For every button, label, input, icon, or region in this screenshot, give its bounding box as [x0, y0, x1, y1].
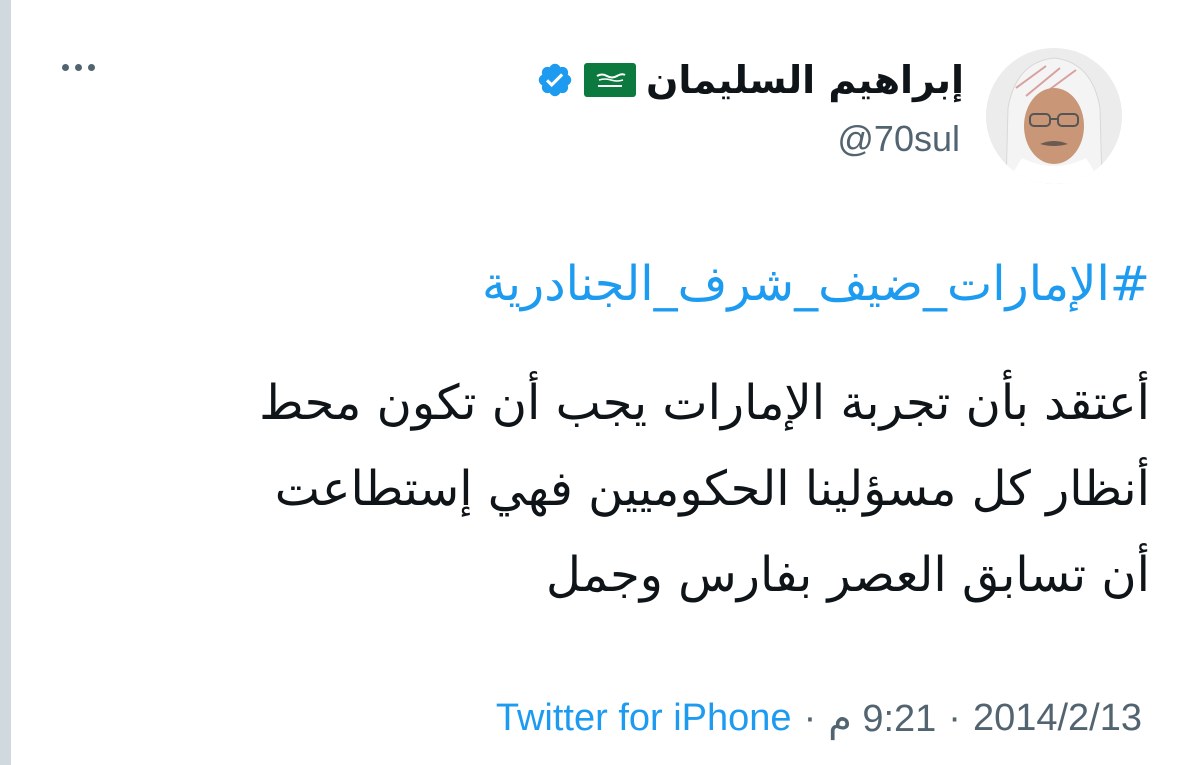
thread-line — [0, 0, 11, 765]
more-options-icon[interactable] — [62, 64, 95, 71]
author-display-name[interactable]: إبراهيم السليمان — [646, 58, 964, 102]
tweet-time[interactable]: 9:21 م — [828, 696, 936, 741]
tweet-body-line: أعتقد بأن تجربة الإمارات يجب أن تكون محط — [259, 375, 1150, 431]
tweet-date[interactable]: 2014/2/13 — [973, 697, 1142, 740]
profile-avatar[interactable] — [986, 48, 1122, 184]
tweet-metadata: Twitter for iPhone · 9:21 م · 2014/2/13 — [496, 692, 1142, 744]
meta-separator: · — [803, 696, 817, 739]
dot — [62, 64, 69, 71]
tweet-body: أعتقد بأن تجربة الإمارات يجب أن تكون محط… — [60, 360, 1150, 618]
hashtag-link[interactable]: #الإمارات_ضيف_شرف_الجنادرية — [482, 256, 1150, 312]
dot — [88, 64, 95, 71]
meta-separator: · — [948, 696, 961, 739]
tweet-body-line: أن تسابق العصر بفارس وجمل — [545, 547, 1150, 603]
tweet-body-line: أنظار كل مسؤلينا الحكوميين فهي إستطاعت — [274, 461, 1150, 517]
author-handle[interactable]: @70sul — [837, 118, 960, 160]
author-name-row: إبراهيم السليمان — [536, 54, 964, 106]
tweet-source-link[interactable]: Twitter for iPhone — [496, 697, 792, 740]
verified-badge-icon — [538, 63, 572, 97]
saudi-flag-icon — [583, 63, 636, 97]
avatar-image — [986, 48, 1122, 184]
dot — [75, 64, 82, 71]
